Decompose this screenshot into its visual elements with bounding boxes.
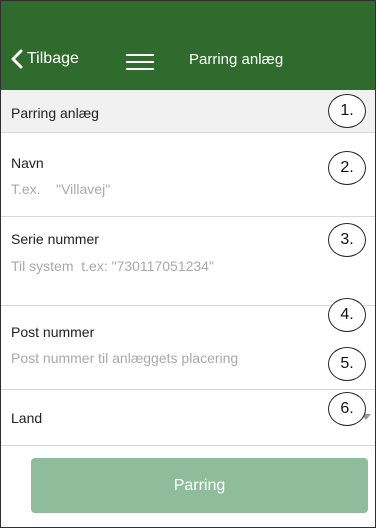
serie-nummer-field: Serie nummer [1, 217, 375, 306]
annotation-badge-4: 4. [328, 298, 366, 332]
post-nummer-input[interactable] [11, 348, 291, 368]
navn-field: Navn [1, 133, 375, 217]
hamburger-menu-icon[interactable] [126, 52, 154, 72]
parring-button[interactable]: Parring [31, 458, 368, 513]
annotation-badge-1: 1. [328, 94, 366, 128]
serie-nummer-label: Serie nummer [11, 231, 99, 247]
serie-nummer-input[interactable] [11, 256, 291, 276]
navn-input[interactable] [11, 179, 291, 199]
app-frame: Tilbage Parring anlæg Parring anlæg Navn… [0, 0, 376, 528]
back-button[interactable]: Tilbage [11, 47, 79, 71]
top-bar: Tilbage Parring anlæg [1, 1, 375, 90]
section-title: Parring anlæg [11, 105, 99, 121]
annotation-badge-5: 5. [328, 347, 366, 381]
land-label: Land [11, 410, 43, 426]
annotation-badge-6: 6. [328, 392, 366, 426]
page-title: Parring anlæg [189, 51, 284, 68]
post-nummer-field: Post nummer [1, 306, 375, 390]
post-nummer-label: Post nummer [11, 324, 95, 340]
annotation-badge-2: 2. [328, 151, 366, 185]
chevron-left-icon [11, 49, 23, 69]
annotation-badge-3: 3. [328, 223, 366, 257]
navn-label: Navn [11, 155, 44, 171]
back-button-label: Tilbage [27, 50, 79, 67]
section-header: Parring anlæg [1, 90, 375, 133]
land-select[interactable]: Land [1, 390, 375, 446]
